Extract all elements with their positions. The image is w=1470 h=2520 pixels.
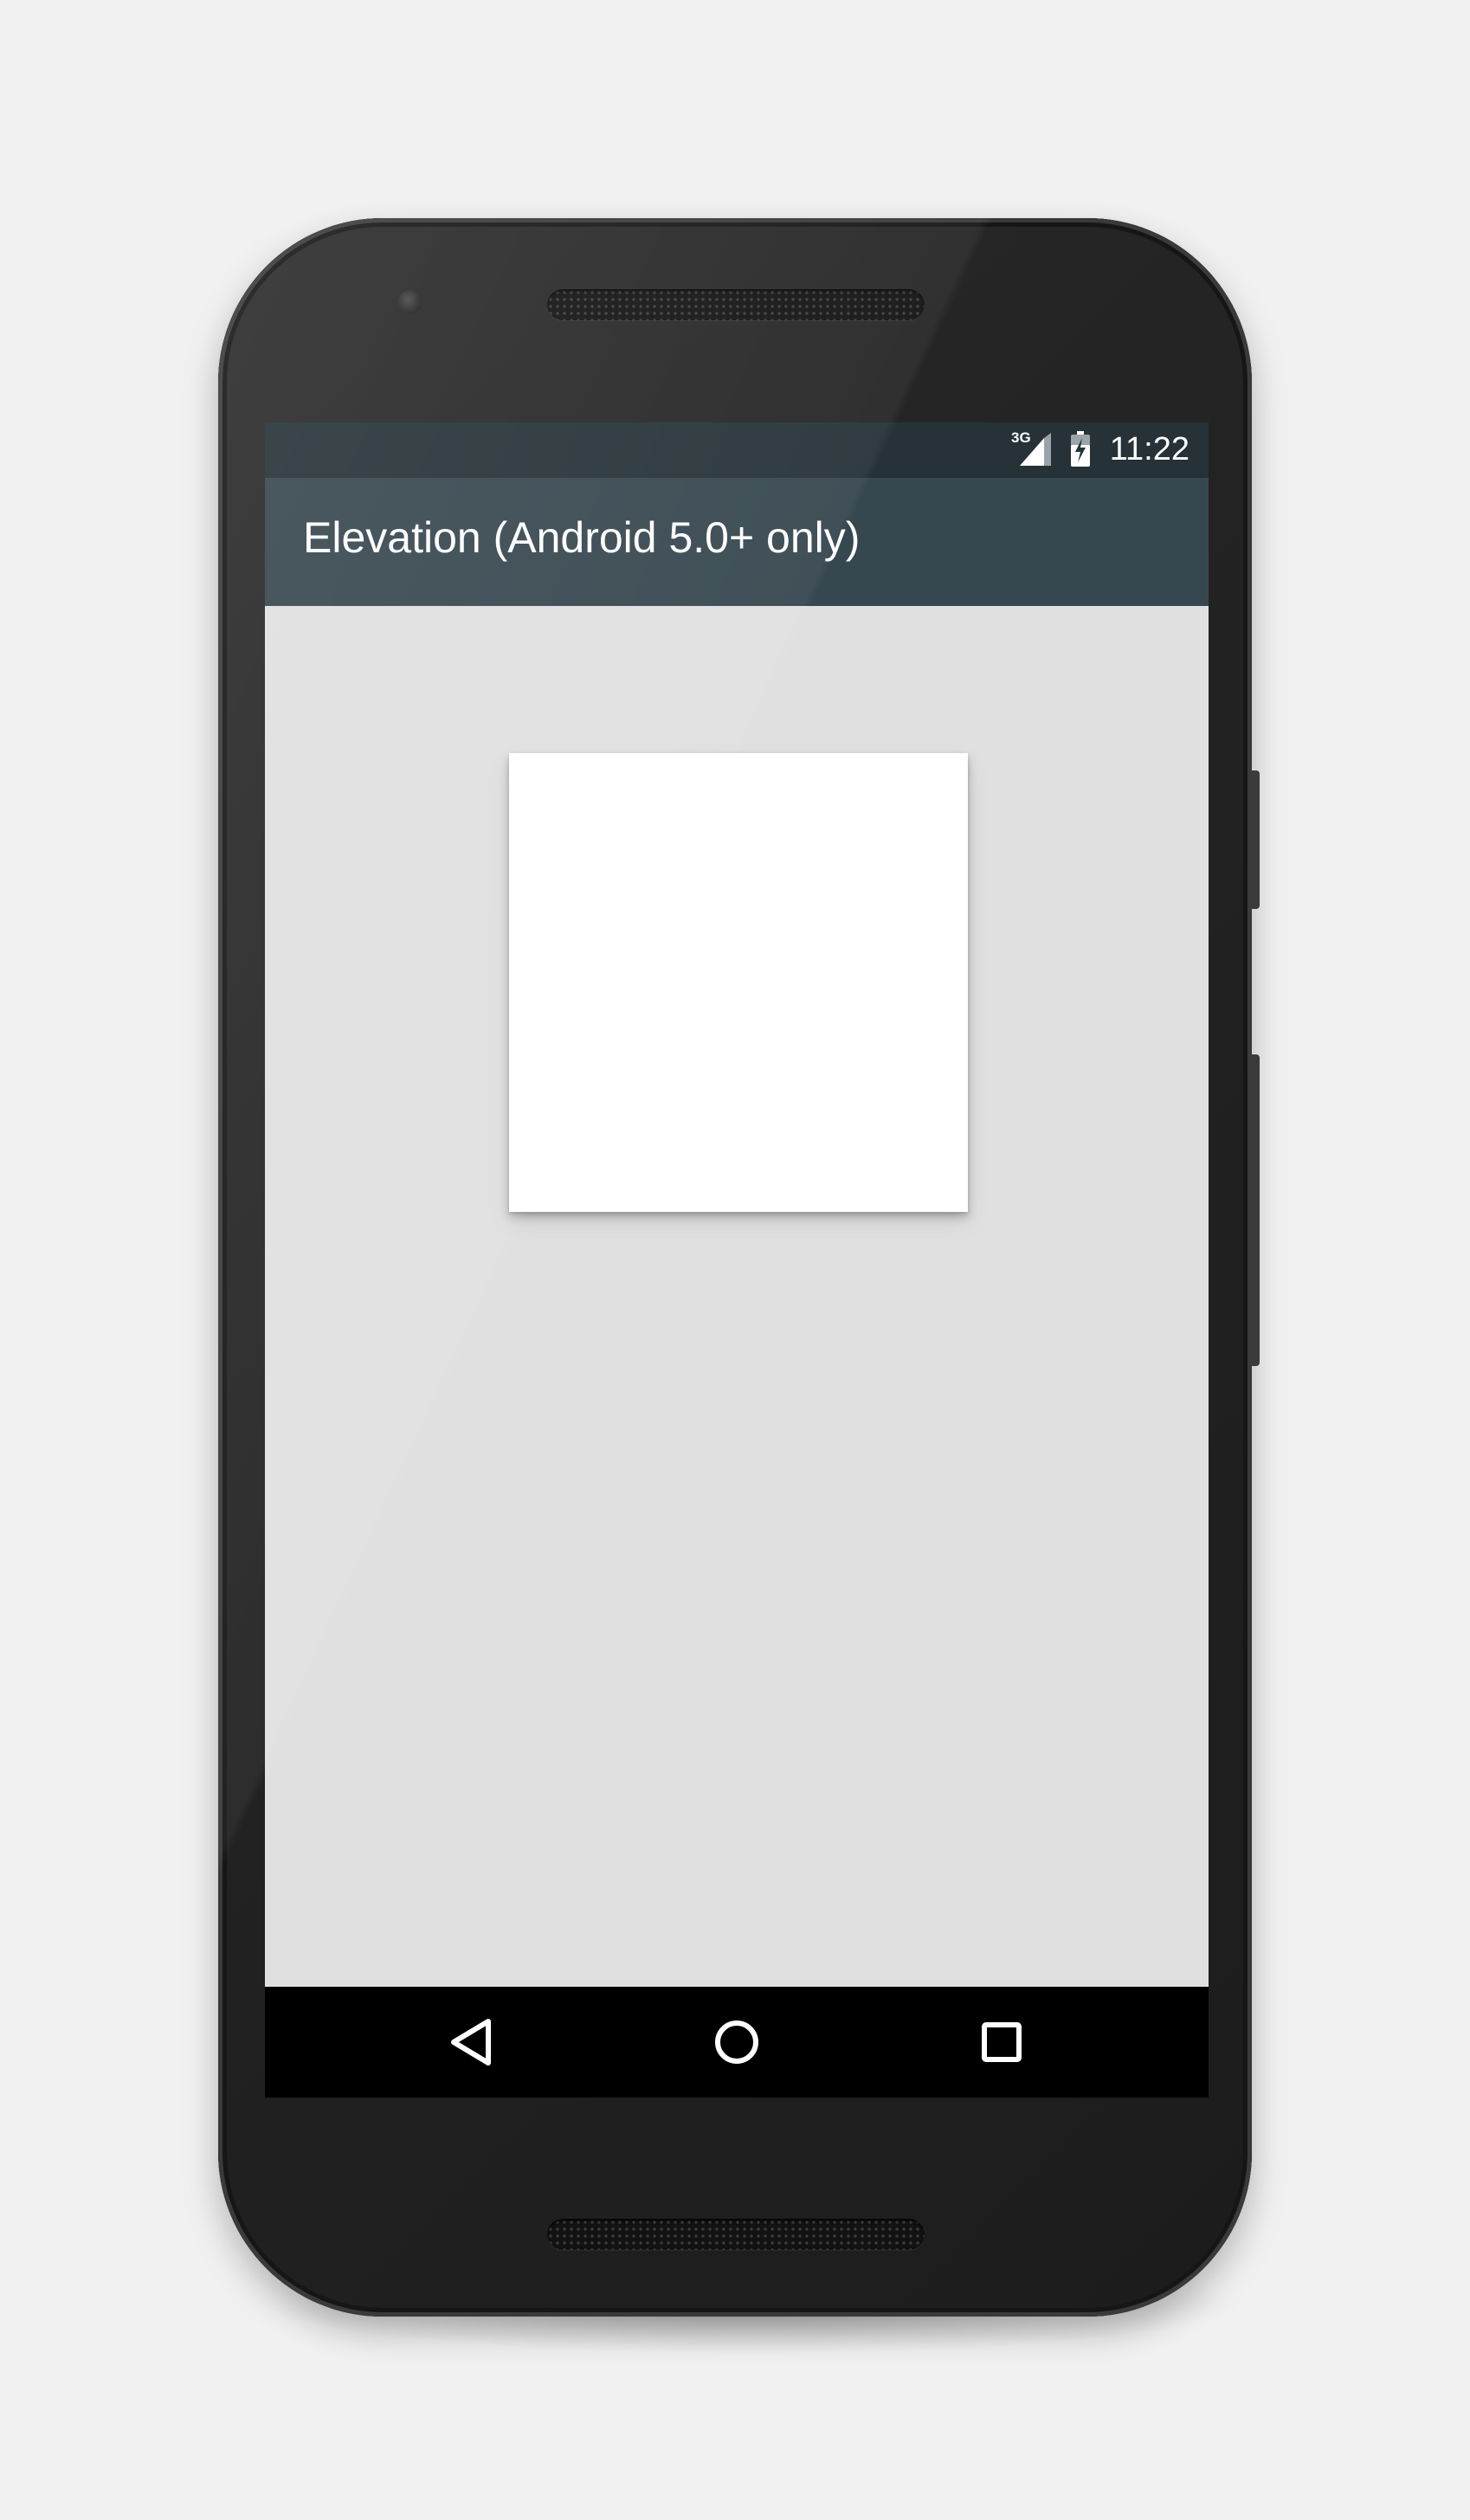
power-button [1249,770,1260,909]
battery-charging-icon [1071,431,1090,467]
status-clock: 11:22 [1109,431,1190,467]
volume-button [1249,1054,1260,1366]
status-bar: 3G 11:22 [265,422,1209,478]
bottom-speaker [547,2219,925,2250]
device-screen: 3G 11:22 Elevation (Android 5.0+ only) [265,422,1209,2098]
home-circle-icon[interactable] [704,2009,770,2075]
earpiece-speaker [547,289,925,320]
front-camera-icon [398,290,422,314]
recents-square-icon[interactable] [969,2009,1035,2075]
navigation-bar [265,1987,1209,2098]
content-area [265,606,1209,1987]
back-triangle-icon[interactable] [438,2009,504,2075]
device-stage: 3G 11:22 Elevation (Android 5.0+ only) [0,0,1470,2520]
app-title: Elevation (Android 5.0+ only) [303,513,861,562]
app-toolbar: Elevation (Android 5.0+ only) [265,478,1209,606]
cell-signal-icon [1020,433,1051,466]
elevated-view[interactable] [509,753,968,1212]
